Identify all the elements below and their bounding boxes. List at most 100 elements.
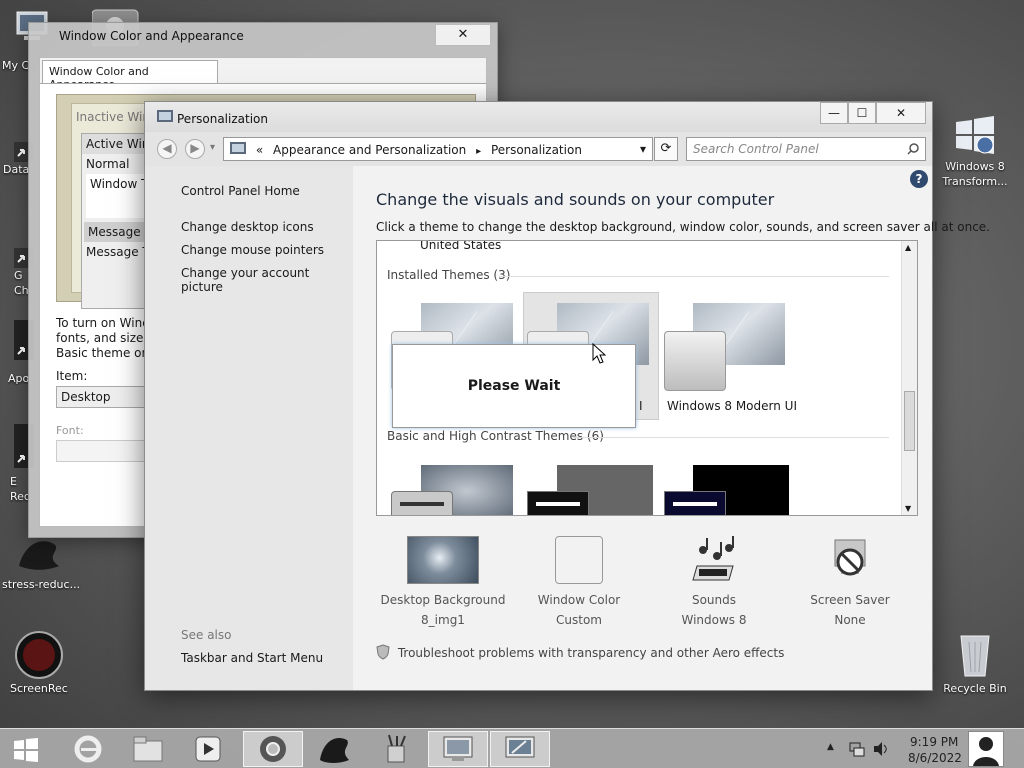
desktop-icon-label: E Rec (10, 475, 30, 503)
sounds-title: Sounds (691, 593, 737, 607)
taskbar-control-panel[interactable] (428, 731, 488, 767)
maximize-button[interactable]: ☐ (848, 102, 876, 124)
search-input[interactable]: Search Control Panel (686, 137, 926, 161)
windows8-modern-swatch (664, 331, 726, 391)
divider (573, 437, 889, 438)
change-desktop-icons-link[interactable]: Change desktop icons (181, 220, 314, 234)
desktop-icon-recycle-bin[interactable]: Recycle Bin (940, 630, 1010, 696)
minimize-icon: — (828, 106, 840, 120)
recycle-bin-icon (960, 635, 990, 677)
page-subheading: Click a theme to change the desktop back… (376, 220, 990, 234)
taskbar-media-player[interactable] (178, 731, 238, 767)
item-dropdown-value: Desktop (61, 390, 111, 404)
forward-button[interactable]: ▶ (185, 139, 205, 159)
start-button[interactable] (0, 731, 52, 767)
desktop-icon-windows8-transform[interactable]: Windows 8 Transform... (940, 114, 1010, 189)
high-contrast-black-swatch (664, 491, 726, 515)
tab-window-color-appearance[interactable]: Window Color and Appearance (42, 60, 218, 91)
clock-date[interactable]: 8/6/2022 (908, 751, 962, 765)
search-placeholder: Search Control Panel (693, 142, 819, 156)
divider (499, 276, 889, 277)
refresh-button[interactable]: ⟳ (654, 137, 678, 161)
address-prefix: « (255, 143, 264, 157)
recent-pages-button[interactable]: ▾ (210, 142, 215, 153)
address-bar[interactable]: « Appearance and Personalization ▸ Perso… (223, 137, 653, 161)
desktop-background-title: Desktop Background (380, 593, 506, 607)
internet-explorer-icon (74, 735, 102, 763)
network-icon[interactable] (849, 741, 865, 757)
close-button[interactable]: ✕ (876, 102, 926, 124)
media-player-icon (195, 736, 221, 762)
user-avatar-icon (973, 737, 999, 766)
desktop-icon-screenrec[interactable] (14, 630, 64, 683)
change-mouse-pointers-link[interactable]: Change mouse pointers (181, 243, 324, 257)
scroll-down-arrow-icon[interactable]: ▼ (905, 504, 911, 513)
personalization-icon (505, 736, 535, 758)
screen-saver-option[interactable]: Screen Saver None (780, 536, 920, 630)
page-heading: Change the visuals and sounds on your co… (376, 190, 775, 209)
screen-saver-value: None (834, 613, 866, 627)
taskbar-personalization[interactable] (490, 731, 550, 767)
maximize-icon: ☐ (856, 106, 868, 120)
sounds-option[interactable]: Sounds Windows 8 (644, 536, 784, 630)
basic-themes-header: Basic and High Contrast Themes (6) (387, 429, 604, 443)
window-color-option[interactable]: Window Color Custom (509, 536, 649, 630)
taskbar-app-splash[interactable] (304, 731, 364, 767)
high-contrast-swatch (527, 491, 589, 515)
close-icon: ✕ (457, 27, 469, 42)
close-button[interactable]: ✕ (435, 24, 491, 46)
refresh-icon: ⟳ (660, 141, 672, 156)
windows-logo-icon (956, 116, 994, 154)
breadcrumb-appearance[interactable]: Appearance and Personalization (273, 143, 466, 157)
back-arrow-icon: ◀ (162, 141, 172, 155)
taskbar-ie[interactable] (58, 731, 118, 767)
desktop-icon-label: stress-reduc... (2, 578, 81, 591)
volume-icon[interactable] (872, 741, 888, 757)
folder-icon (133, 736, 163, 762)
see-also-label: See also (181, 628, 232, 642)
item-dropdown[interactable]: Desktop (56, 386, 156, 408)
browser-icon (260, 736, 286, 762)
back-button[interactable]: ◀ (157, 139, 177, 159)
troubleshoot-link[interactable]: Troubleshoot problems with transparency … (376, 644, 784, 660)
mouse-cursor-icon (592, 343, 606, 364)
user-account-button[interactable] (968, 731, 1004, 767)
scrollbar-thumb[interactable] (904, 391, 915, 451)
content-pane: Change the visuals and sounds on your co… (353, 166, 990, 690)
taskbar-start-menu-link[interactable]: Taskbar and Start Menu (181, 651, 323, 665)
breadcrumb-separator[interactable]: ▸ (476, 146, 481, 157)
vertical-scrollbar[interactable]: ▲ ▼ (901, 241, 917, 515)
desktop-icon-stress[interactable] (14, 536, 64, 575)
control-panel-home-link[interactable]: Control Panel Home (181, 184, 300, 198)
breadcrumb-personalization[interactable]: Personalization (491, 143, 582, 157)
change-account-picture-link[interactable]: Change your account picture (181, 266, 353, 294)
desktop-icon-label: ScreenRec (10, 682, 68, 695)
desktop-icon-label: Windows 8 Transform... (942, 160, 1008, 188)
font-label: Font: (56, 424, 84, 437)
minimize-button[interactable]: — (820, 102, 848, 124)
clock-time[interactable]: 9:19 PM (910, 735, 958, 749)
desktop-background-value: 8_img1 (421, 613, 465, 627)
left-pane: Control Panel Home Change desktop icons … (145, 166, 353, 690)
show-hidden-icons-button[interactable]: ▲ (827, 742, 834, 752)
window-titlebar: Personalization (145, 102, 932, 132)
sounds-icon (692, 536, 734, 581)
desktop-background-option[interactable]: Desktop Background 8_img1 (373, 536, 513, 630)
help-icon: ? (915, 172, 923, 186)
window-title: Window Color and Appearance (59, 29, 244, 43)
record-icon (15, 631, 63, 679)
theme-list[interactable]: United States Installed Themes (3) I Win… (376, 240, 918, 516)
address-dropdown-icon[interactable]: ▾ (640, 142, 646, 156)
troubleshoot-text: Troubleshoot problems with transparency … (397, 646, 785, 660)
taskbar-app-brush[interactable] (366, 731, 426, 767)
control-panel-icon (443, 736, 473, 761)
taskbar: ▲ 9:19 PM 8/6/2022 (0, 728, 1024, 768)
item-label: Item: (56, 369, 88, 383)
list-item: United States (420, 240, 502, 252)
scroll-up-arrow-icon[interactable]: ▲ (905, 243, 911, 252)
taskbar-chrome[interactable] (243, 731, 303, 767)
help-button[interactable]: ? (910, 170, 928, 188)
font-dropdown[interactable] (56, 440, 156, 462)
swatch-bar (400, 502, 444, 506)
taskbar-explorer[interactable] (118, 731, 178, 767)
